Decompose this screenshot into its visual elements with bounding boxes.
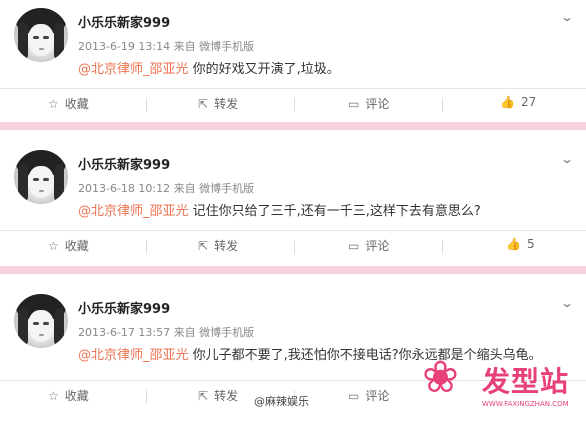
avatar[interactable] bbox=[14, 8, 68, 62]
divider bbox=[0, 266, 586, 274]
post-text: @北京律师_邵亚光 记住你只给了三千,还有一千三,这样下去有意思么? bbox=[78, 200, 481, 219]
comment-icon: ▭ bbox=[348, 238, 360, 253]
username[interactable]: 小乐乐新家999 bbox=[78, 154, 170, 173]
star-icon: ☆ bbox=[48, 388, 59, 403]
username[interactable]: 小乐乐新家999 bbox=[78, 298, 170, 317]
weibo-post: 小乐乐新家999 2013-6-18 10:12 来自 微博手机版 @北京律师_… bbox=[0, 142, 586, 260]
post-text: @北京律师_邵亚光 你的好戏又开演了,垃圾。 bbox=[78, 58, 340, 77]
favorite-label: 收藏 bbox=[64, 239, 89, 253]
favorite-label: 收藏 bbox=[64, 97, 89, 111]
mention-link[interactable]: @北京律师_邵亚光 bbox=[78, 62, 189, 77]
thumbs-up-icon: 👍 bbox=[506, 237, 521, 251]
post-meta: 2013-6-17 13:57 来自 微博手机版 bbox=[78, 326, 255, 339]
comment-label: 评论 bbox=[365, 97, 390, 111]
watermark: @麻辣娱乐 bbox=[254, 395, 309, 408]
post-body: 记住你只给了三千,还有一千三,这样下去有意思么? bbox=[188, 204, 481, 219]
star-icon: ☆ bbox=[48, 96, 59, 111]
post-body: 你的好戏又开演了,垃圾。 bbox=[188, 62, 340, 77]
comment-icon: ▭ bbox=[348, 96, 360, 111]
comment-label: 评论 bbox=[365, 239, 390, 253]
chevron-down-icon[interactable]: ⌄ bbox=[560, 296, 574, 310]
like-count: 5 bbox=[526, 237, 535, 251]
divider bbox=[0, 122, 586, 130]
repost-button[interactable]: ⇱ 转发 bbox=[198, 237, 238, 254]
like-button[interactable]: 👍 27 bbox=[500, 95, 536, 109]
comment-button[interactable]: ▭ 评论 bbox=[348, 387, 389, 404]
chevron-down-icon[interactable]: ⌄ bbox=[560, 10, 574, 24]
share-icon: ⇱ bbox=[198, 96, 209, 111]
mention-link[interactable]: @北京律师_邵亚光 bbox=[78, 348, 189, 363]
comment-icon: ▭ bbox=[348, 388, 360, 403]
repost-label: 转发 bbox=[214, 239, 239, 253]
chevron-down-icon[interactable]: ⌄ bbox=[560, 152, 574, 166]
like-button[interactable]: 👍 5 bbox=[506, 237, 535, 251]
favorite-button[interactable]: ☆ 收藏 bbox=[48, 237, 89, 254]
action-bar: ☆ 收藏 ⇱ 转发 ▭ 评论 👍 5 bbox=[0, 230, 586, 261]
favorite-button[interactable]: ☆ 收藏 bbox=[48, 387, 89, 404]
repost-button[interactable]: ⇱ 转发 bbox=[198, 95, 238, 112]
thumbs-up-icon: 👍 bbox=[500, 95, 515, 109]
share-icon: ⇱ bbox=[198, 388, 209, 403]
post-meta: 2013-6-19 13:14 来自 微博手机版 bbox=[78, 40, 255, 53]
username[interactable]: 小乐乐新家999 bbox=[78, 12, 170, 31]
mention-link[interactable]: @北京律师_邵亚光 bbox=[78, 204, 189, 219]
favorite-button[interactable]: ☆ 收藏 bbox=[48, 95, 89, 112]
repost-label: 转发 bbox=[214, 97, 239, 111]
flower-logo-icon: ❀ bbox=[422, 352, 459, 403]
share-icon: ⇱ bbox=[198, 238, 209, 253]
weibo-post: 小乐乐新家999 2013-6-19 13:14 来自 微博手机版 @北京律师_… bbox=[0, 0, 586, 118]
logo-url: WWW.FAXINGZHAN.COM bbox=[482, 400, 569, 408]
star-icon: ☆ bbox=[48, 238, 59, 253]
repost-button[interactable]: ⇱ 转发 bbox=[198, 387, 238, 404]
comment-button[interactable]: ▭ 评论 bbox=[348, 95, 389, 112]
comment-label: 评论 bbox=[365, 389, 390, 403]
logo-brand: 发型站 bbox=[482, 365, 570, 398]
site-logo: ❀ 发型站 WWW.FAXINGZHAN.COM bbox=[420, 350, 580, 420]
repost-label: 转发 bbox=[214, 389, 239, 403]
comment-button[interactable]: ▭ 评论 bbox=[348, 237, 389, 254]
favorite-label: 收藏 bbox=[64, 389, 89, 403]
post-meta: 2013-6-18 10:12 来自 微博手机版 bbox=[78, 182, 255, 195]
like-count: 27 bbox=[520, 95, 537, 109]
action-bar: ☆ 收藏 ⇱ 转发 ▭ 评论 👍 27 bbox=[0, 88, 586, 119]
avatar[interactable] bbox=[14, 294, 68, 348]
avatar[interactable] bbox=[14, 150, 68, 204]
